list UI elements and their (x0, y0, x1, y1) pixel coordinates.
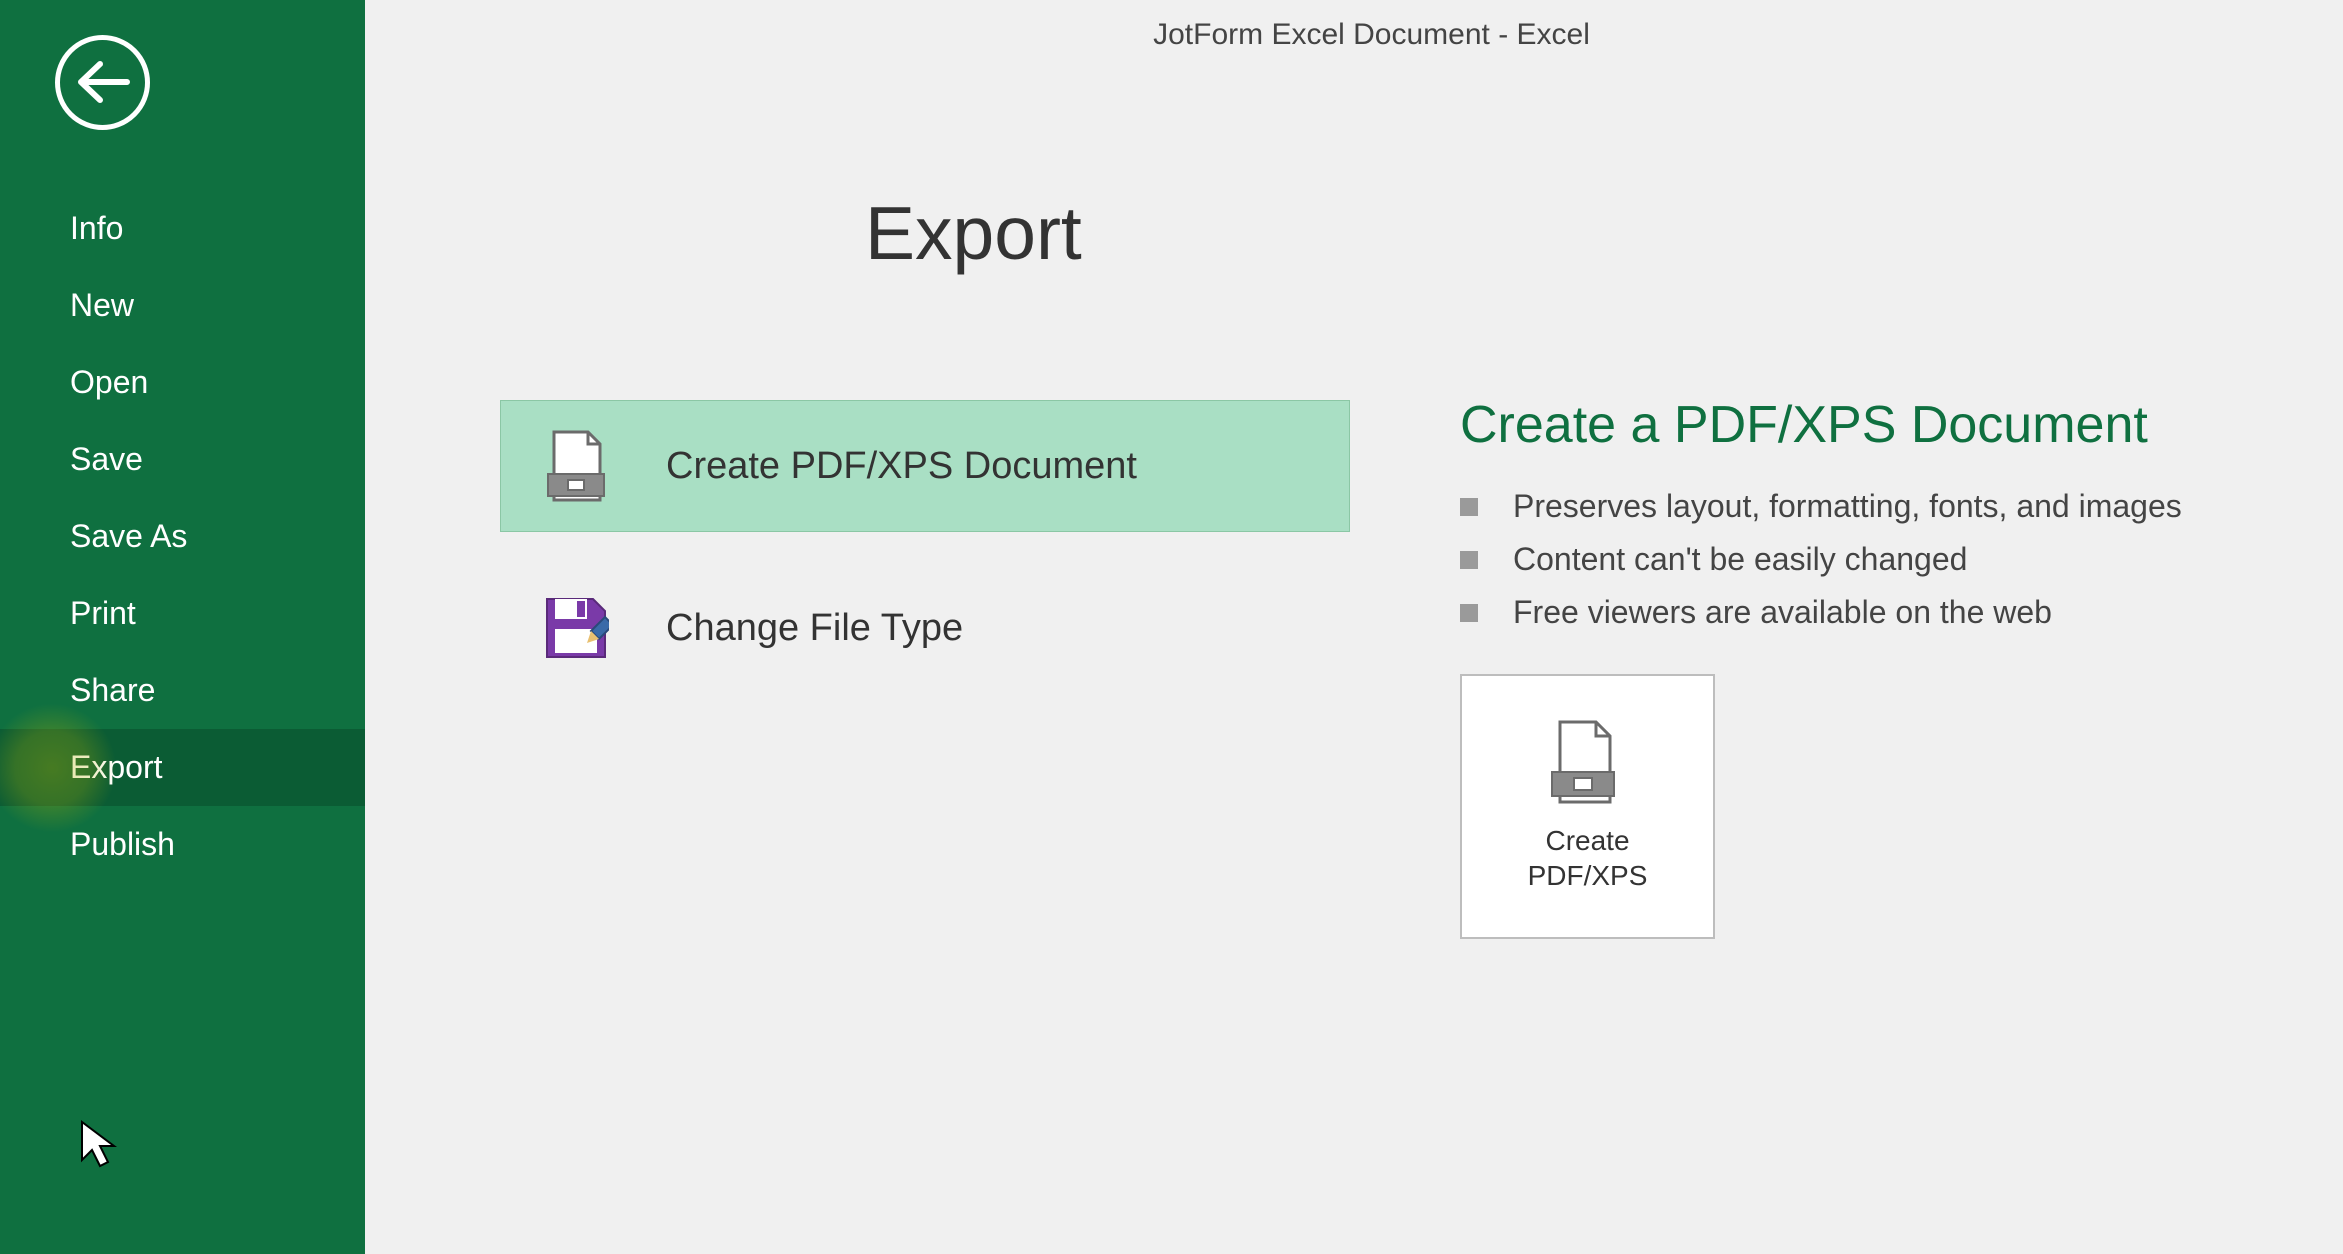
option-label: Change File Type (666, 607, 963, 650)
sidebar-item-label: Share (70, 672, 155, 708)
sidebar-item-label: Open (70, 364, 148, 400)
back-arrow-icon (75, 60, 130, 105)
option-label: Create PDF/XPS Document (666, 445, 1137, 488)
sidebar-item-print[interactable]: Print (0, 575, 365, 652)
detail-bullet-item: Free viewers are available on the web (1460, 586, 2343, 639)
main-content: Export Create PDF/XPS Document (365, 0, 2343, 1254)
detail-bullet-item: Preserves layout, formatting, fonts, and… (1460, 480, 2343, 533)
detail-bullet-item: Content can't be easily changed (1460, 533, 2343, 586)
option-detail-panel: Create a PDF/XPS Document Preserves layo… (1460, 395, 2343, 1254)
sidebar-item-save-as[interactable]: Save As (0, 498, 365, 575)
back-button[interactable] (55, 35, 150, 130)
sidebar-item-info[interactable]: Info (0, 190, 365, 267)
sidebar-item-label: Export (70, 749, 162, 785)
sidebar-item-label: Info (70, 210, 123, 246)
create-pdf-xps-button[interactable]: Create PDF/XPS (1460, 674, 1715, 939)
sidebar-item-new[interactable]: New (0, 267, 365, 344)
pdf-doc-icon (1548, 720, 1628, 805)
option-create-pdf-xps[interactable]: Create PDF/XPS Document (500, 400, 1350, 532)
save-type-icon (541, 593, 611, 663)
sidebar-item-label: Save As (70, 518, 187, 554)
page-title: Export (865, 190, 1082, 276)
export-options-list: Create PDF/XPS Document Change File Type (500, 400, 1350, 1254)
detail-bullet-list: Preserves layout, formatting, fonts, and… (1460, 480, 2343, 639)
detail-title: Create a PDF/XPS Document (1460, 395, 2343, 455)
sidebar-item-publish[interactable]: Publish (0, 806, 365, 883)
bullet-text: Free viewers are available on the web (1513, 594, 2052, 631)
option-divider (500, 532, 1350, 562)
backstage-sidebar: Info New Open Save Save As Print Share E… (0, 0, 365, 1254)
bullet-text: Preserves layout, formatting, fonts, and… (1513, 488, 2182, 525)
bullet-icon (1460, 551, 1478, 569)
sidebar-item-open[interactable]: Open (0, 344, 365, 421)
sidebar-item-label: Save (70, 441, 143, 477)
sidebar-item-label: Print (70, 595, 136, 631)
sidebar-item-label: New (70, 287, 134, 323)
pdf-doc-icon (541, 431, 611, 501)
bullet-icon (1460, 604, 1478, 622)
sidebar-item-export[interactable]: Export (0, 729, 365, 806)
sidebar-item-save[interactable]: Save (0, 421, 365, 498)
app-root: JotForm Excel Document - Excel Info New … (0, 0, 2343, 1254)
sidebar-item-share[interactable]: Share (0, 652, 365, 729)
bullet-text: Content can't be easily changed (1513, 541, 1967, 578)
bullet-icon (1460, 498, 1478, 516)
option-change-file-type[interactable]: Change File Type (500, 562, 1350, 694)
sidebar-item-label: Publish (70, 826, 175, 862)
action-button-label: Create PDF/XPS (1528, 823, 1648, 893)
